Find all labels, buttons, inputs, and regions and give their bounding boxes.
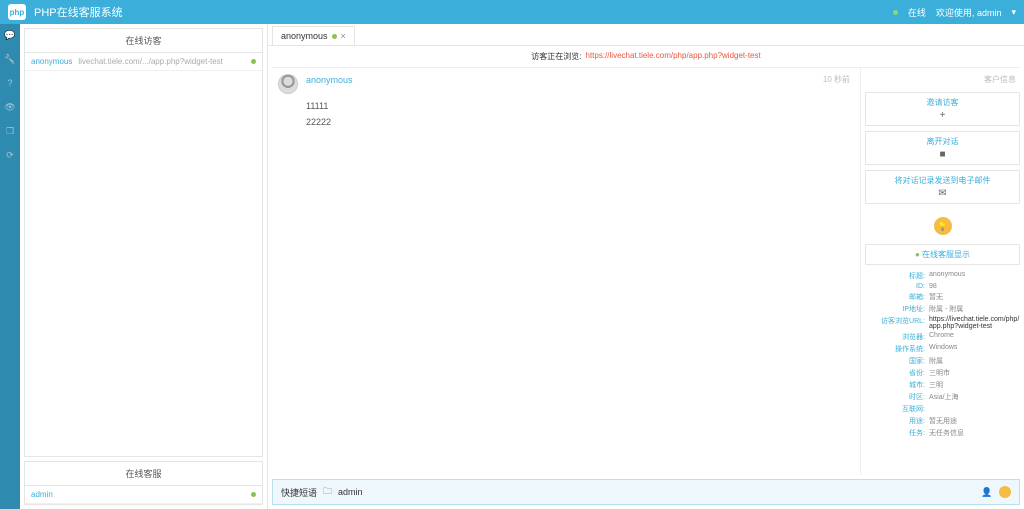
send-email-button[interactable]: 将对话记录发送到电子邮件 ✉ <box>865 170 1020 204</box>
info-key: 操作系统: <box>865 344 925 354</box>
quick-reply-label: 快捷短语 <box>281 486 317 499</box>
chat-tabs: anonymous × <box>268 24 1024 46</box>
status-label[interactable]: 在线 <box>908 6 926 19</box>
mail-icon: ✉ <box>870 188 1015 199</box>
info-row: ID: 98 <box>865 282 1020 291</box>
display-note-button[interactable]: ● 在线客服显示 <box>865 244 1020 265</box>
info-value: 附属 <box>929 356 1020 366</box>
info-row: 邮箱: 暂无 <box>865 291 1020 303</box>
agent-online-dot <box>251 492 256 497</box>
info-key: 标题: <box>865 271 925 281</box>
visitor-info-list: 标题: anonymous ID: 98 邮箱: 暂无 IP地址: 附属 - 附属访客浏览UR… <box>865 270 1020 439</box>
info-key: 城市: <box>865 380 925 390</box>
info-key: 国家: <box>865 356 925 366</box>
info-row: 时区: Asia/上海 <box>865 391 1020 403</box>
right-panel-tab[interactable]: 客户信息 <box>865 72 1020 87</box>
info-value: anonymous <box>929 271 1020 281</box>
info-key: IP地址: <box>865 304 925 314</box>
left-panel: 在线访客 anonymous livechat.tiele.com/.../ap… <box>20 24 268 509</box>
center-panel: anonymous × 访客正在浏览: https://livechat.tie… <box>268 24 1024 509</box>
info-row: 标题: anonymous <box>865 270 1020 282</box>
tab-label: anonymous <box>281 31 328 41</box>
info-key: 时区: <box>865 392 925 402</box>
agent-row[interactable]: admin <box>25 486 262 504</box>
message-time: 10 秒前 <box>823 74 850 85</box>
visitors-header: 在线访客 <box>25 29 262 53</box>
messages-area: anonymous 10 秒前 11111 22222 <box>268 68 860 475</box>
info-value: 暂无用途 <box>929 416 1020 426</box>
app-logo: php <box>8 4 26 20</box>
right-info-panel: 客户信息 邀请访客 + 离开对话 ■ 将对话记录发送到电子邮件 ✉ <box>860 68 1024 475</box>
visitor-name: anonymous <box>31 57 72 66</box>
info-row: 用途: 暂无用途 <box>865 415 1020 427</box>
info-value: Windows <box>929 344 1020 354</box>
user-icon[interactable]: 👤 <box>981 486 993 498</box>
info-key: 省份: <box>865 368 925 378</box>
status-online-dot <box>893 10 898 15</box>
emoji-icon[interactable] <box>999 486 1011 498</box>
info-key: 访客浏览URL: <box>865 316 925 330</box>
info-value: 附属 - 附属 <box>929 304 1020 314</box>
user-menu-chevron[interactable]: ▾ <box>1011 7 1016 18</box>
info-value: 三明市 <box>929 368 1020 378</box>
info-value: Asia/上海 <box>929 392 1020 402</box>
info-key: 用途: <box>865 416 925 426</box>
quick-reply-bar[interactable]: 快捷短语 🗀 admin 👤 <box>272 479 1020 505</box>
info-value: 暂无 <box>929 292 1020 302</box>
visitor-online-dot <box>251 59 256 64</box>
info-row: 互联网: <box>865 403 1020 415</box>
info-key: 任务: <box>865 428 925 438</box>
info-row: IP地址: 附属 - 附属 <box>865 303 1020 315</box>
url-bar-label: 访客正在浏览: <box>531 51 581 62</box>
info-value: 三明 <box>929 380 1020 390</box>
quick-reply-folder[interactable]: admin <box>338 487 363 497</box>
tab-status-dot <box>332 34 337 39</box>
chat-tab[interactable]: anonymous × <box>272 26 355 45</box>
info-row: 城市: 三明 <box>865 379 1020 391</box>
files-icon[interactable]: ❐ <box>5 126 15 136</box>
info-value: Chrome <box>929 332 1020 342</box>
info-row: 省份: 三明市 <box>865 367 1020 379</box>
info-row: 国家: 附属 <box>865 355 1020 367</box>
message-text: 22222 <box>278 114 850 130</box>
app-title: PHP在线客服系统 <box>34 4 893 20</box>
info-row: 操作系统: Windows <box>865 343 1020 355</box>
agent-name: admin <box>31 490 53 499</box>
message-text: 11111 <box>278 98 850 114</box>
invite-visitor-button[interactable]: 邀请访客 + <box>865 92 1020 126</box>
visitor-avatar <box>278 74 298 94</box>
welcome-text: 欢迎使用, admin <box>936 6 1002 19</box>
info-value: 无任务信息 <box>929 428 1020 438</box>
leave-chat-button[interactable]: 离开对话 ■ <box>865 131 1020 165</box>
chat-icon[interactable]: 💬 <box>5 30 15 40</box>
info-row: 浏览器: Chrome <box>865 331 1020 343</box>
tab-close-icon[interactable]: × <box>341 31 346 41</box>
plus-icon: + <box>870 110 1015 121</box>
folder-icon[interactable]: 🗀 <box>323 484 332 500</box>
info-row: 访客浏览URL: https://livechat.tiele.com/php/a… <box>865 315 1020 331</box>
info-value <box>929 404 1020 414</box>
url-bar-link[interactable]: https://livechat.tiele.com/php/app.php?w… <box>586 51 761 62</box>
visitor-url-bar: 访客正在浏览: https://livechat.tiele.com/php/a… <box>272 46 1020 68</box>
info-key: 互联网: <box>865 404 925 414</box>
visitor-url: livechat.tiele.com/.../app.php?widget-te… <box>78 57 251 66</box>
help-icon[interactable]: ? <box>5 78 15 88</box>
info-value: https://livechat.tiele.com/php/app.php?w… <box>929 316 1020 330</box>
info-key: 邮箱: <box>865 292 925 302</box>
leave-icon: ■ <box>870 149 1015 160</box>
lightbulb-icon: 💡 <box>934 217 952 235</box>
info-key: ID: <box>865 283 925 290</box>
agents-header: 在线客服 <box>25 462 262 486</box>
info-value: 98 <box>929 283 1020 290</box>
info-row: 任务: 无任务信息 <box>865 427 1020 439</box>
message-sender: anonymous <box>306 75 353 85</box>
info-key: 浏览器: <box>865 332 925 342</box>
refresh-icon[interactable]: ⟳ <box>5 150 15 160</box>
eye-icon[interactable]: 👁 <box>5 102 15 112</box>
nav-sidebar: 💬 🔧 ? 👁 ❐ ⟳ <box>0 24 20 509</box>
visitor-row[interactable]: anonymous livechat.tiele.com/.../app.php… <box>25 53 262 71</box>
wrench-icon[interactable]: 🔧 <box>5 54 15 64</box>
top-header: php PHP在线客服系统 在线 欢迎使用, admin ▾ <box>0 0 1024 24</box>
